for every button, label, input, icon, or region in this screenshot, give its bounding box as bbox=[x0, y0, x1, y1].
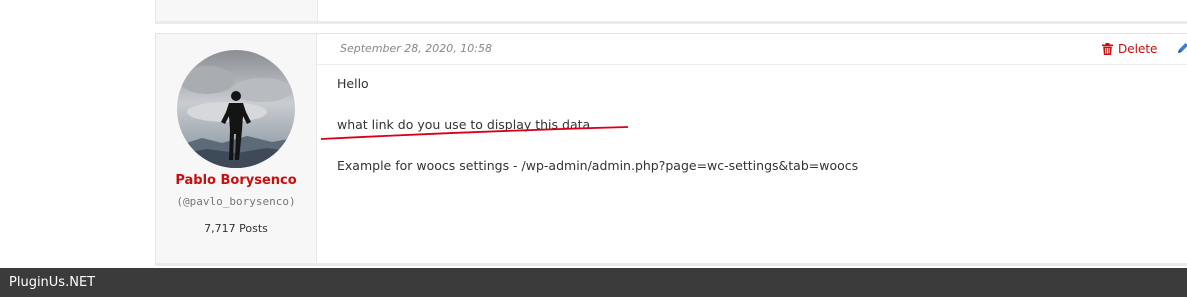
author-column: Pablo Borysenco (@pavlo_borysenco) 7,717… bbox=[156, 34, 317, 264]
footer-brand[interactable]: PluginUs.NET bbox=[9, 275, 95, 290]
post-separator bbox=[155, 21, 1187, 24]
previous-post bbox=[155, 0, 1187, 21]
post-date: September 28, 2020, 10:58 bbox=[340, 42, 492, 55]
footer-bar: PluginUs.NET bbox=[0, 268, 1187, 297]
author-post-count: 7,717 Posts bbox=[204, 222, 268, 235]
post-paragraph: Hello bbox=[337, 76, 369, 91]
post-header: September 28, 2020, 10:58 Delete bbox=[317, 34, 1187, 65]
delete-button[interactable]: Delete bbox=[1102, 41, 1157, 57]
avatar-image bbox=[177, 50, 295, 168]
annotation-underline bbox=[320, 126, 629, 140]
avatar[interactable] bbox=[177, 50, 295, 168]
author-handle: (@pavlo_borysenco) bbox=[176, 195, 296, 208]
post-separator bbox=[155, 263, 1187, 266]
author-name[interactable]: Pablo Borysenco bbox=[156, 173, 316, 188]
forum-post: Pablo Borysenco (@pavlo_borysenco) 7,717… bbox=[155, 33, 1187, 264]
post-paragraph: Example for woocs settings - /wp-admin/a… bbox=[337, 158, 859, 173]
pencil-icon[interactable] bbox=[1177, 42, 1187, 54]
delete-label: Delete bbox=[1118, 42, 1158, 56]
trash-icon bbox=[1102, 43, 1113, 55]
previous-post-author-column bbox=[156, 0, 318, 21]
post-content: September 28, 2020, 10:58 Delete Hello w… bbox=[317, 34, 1187, 264]
